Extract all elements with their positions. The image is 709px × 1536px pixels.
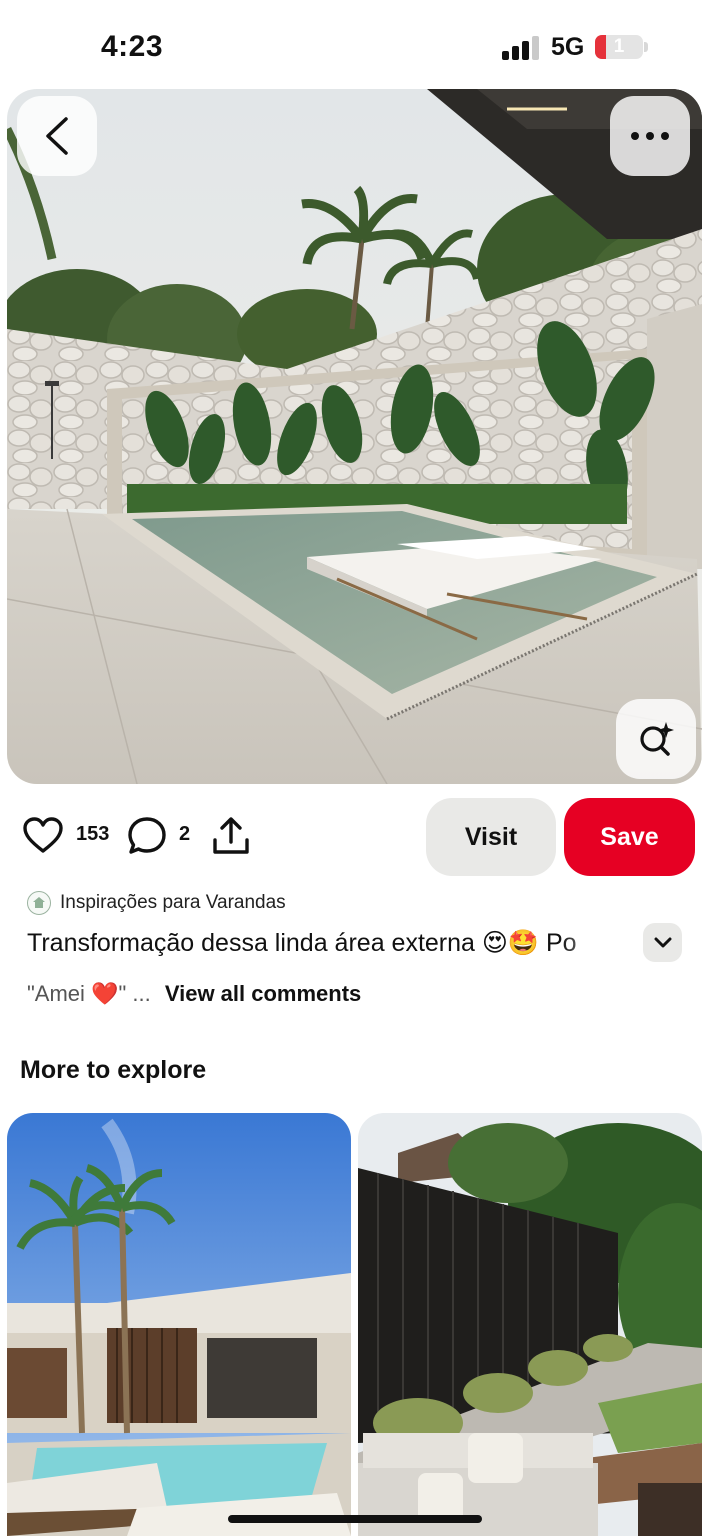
more-to-explore-heading: More to explore [20, 1056, 207, 1084]
status-bar: 4:23 5G 1 [0, 0, 709, 90]
more-horizontal-icon [631, 132, 669, 140]
board-logo-icon [33, 897, 45, 908]
pin-action-bar: 153 2 Visit Save [0, 796, 709, 878]
home-indicator[interactable] [228, 1515, 482, 1523]
expand-description-button[interactable] [643, 923, 682, 962]
battery-nub [644, 42, 648, 52]
chevron-down-icon [654, 937, 671, 947]
status-time: 4:23 [101, 30, 164, 63]
board-link[interactable]: Inspirações para Varandas [27, 889, 286, 917]
heart-icon[interactable] [22, 816, 64, 854]
board-name: Inspirações para Varandas [60, 892, 286, 913]
explore-pin-image [358, 1113, 702, 1536]
explore-pin-image [7, 1113, 351, 1536]
battery-level: 1 [613, 36, 625, 57]
cellular-signal-icon [502, 36, 540, 60]
visual-search-button[interactable] [616, 699, 696, 779]
pin-title: Transformação dessa linda área externa 😍… [27, 929, 577, 957]
network-type: 5G [551, 33, 585, 61]
comment-icon[interactable] [127, 816, 167, 856]
more-options-button[interactable] [610, 96, 690, 176]
like-count: 153 [76, 823, 110, 845]
explore-pin-tile[interactable] [358, 1113, 702, 1536]
battery-icon: 1 [595, 35, 643, 59]
pin-image-illustration [7, 89, 702, 784]
back-button[interactable] [17, 96, 97, 176]
comment-count: 2 [179, 823, 191, 845]
chevron-left-icon [46, 117, 68, 155]
view-all-comments-link[interactable]: View all comments [165, 981, 361, 1006]
explore-pin-tile[interactable] [7, 1113, 351, 1536]
comments-preview: "Amei ❤️" ... View all comments [27, 981, 361, 1007]
save-button[interactable]: Save [564, 798, 695, 876]
share-icon[interactable] [211, 816, 251, 856]
comment-preview-text: "Amei ❤️" ... [27, 981, 151, 1006]
visit-button[interactable]: Visit [426, 798, 556, 876]
title-fade [560, 926, 630, 970]
board-avatar [27, 891, 51, 915]
visual-search-icon [640, 722, 674, 756]
pin-image[interactable] [7, 89, 702, 784]
